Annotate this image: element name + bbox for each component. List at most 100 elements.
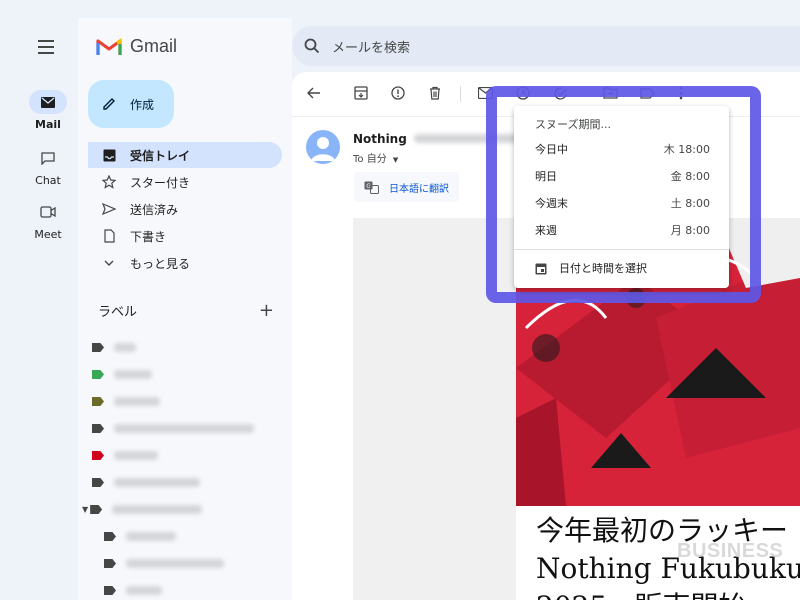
rail-item-mail[interactable]: Mail bbox=[18, 90, 78, 131]
rail-label-mail: Mail bbox=[35, 118, 61, 131]
brand-name: Gmail bbox=[130, 36, 178, 56]
app-rail: Mail Chat Meet bbox=[18, 18, 78, 600]
label-name-redacted bbox=[114, 478, 200, 487]
gmail-logo[interactable]: Gmail bbox=[96, 36, 177, 57]
nav-item-inbox[interactable]: 受信トレイ bbox=[88, 142, 282, 168]
labels-list: ▼ bbox=[82, 334, 282, 600]
more-options-icon[interactable] bbox=[672, 84, 690, 102]
rail-item-chat[interactable]: Chat bbox=[18, 146, 78, 187]
sender-email-redacted bbox=[414, 134, 524, 143]
nav-label-sent: 送信済み bbox=[130, 202, 179, 217]
add-task-icon[interactable] bbox=[551, 84, 569, 102]
label-item[interactable] bbox=[92, 577, 282, 600]
label-icon bbox=[104, 532, 116, 541]
label-name-redacted bbox=[112, 505, 203, 514]
label-item[interactable]: ▼ bbox=[82, 496, 282, 523]
label-icon bbox=[92, 397, 104, 406]
delete-icon[interactable] bbox=[426, 84, 444, 102]
video-icon bbox=[29, 200, 67, 224]
snooze-option-label: 来週 bbox=[535, 224, 557, 237]
report-spam-icon[interactable] bbox=[389, 84, 407, 102]
recipient-dropdown[interactable]: To 自分 ▼ bbox=[353, 150, 398, 165]
label-item[interactable] bbox=[92, 388, 282, 415]
label-name-redacted bbox=[126, 559, 224, 568]
menu-icon[interactable] bbox=[34, 40, 58, 56]
caret-down-icon[interactable]: ▼ bbox=[82, 505, 88, 514]
send-icon bbox=[102, 202, 116, 216]
label-icon bbox=[92, 370, 104, 379]
snooze-menu-title: スヌーズ期間... bbox=[535, 118, 611, 131]
snooze-option-next-week[interactable]: 来週 月 8:00 bbox=[514, 217, 729, 243]
promo-headline-line-3: 2025 - 販売開始 bbox=[536, 588, 800, 600]
label-icon bbox=[90, 505, 103, 514]
snooze-option-custom[interactable]: 日付と時間を選択 bbox=[535, 260, 647, 276]
archive-icon[interactable] bbox=[352, 84, 370, 102]
label-icon bbox=[92, 478, 104, 487]
translate-icon: G bbox=[364, 181, 379, 194]
search-bar[interactable]: メールを検索 bbox=[292, 26, 800, 66]
rail-label-meet: Meet bbox=[34, 228, 62, 241]
sender-avatar[interactable] bbox=[306, 130, 340, 164]
translate-button[interactable]: G 日本語に翻訳 bbox=[354, 172, 459, 202]
rail-item-meet[interactable]: Meet bbox=[18, 200, 78, 241]
label-name-redacted bbox=[114, 370, 152, 379]
nav-item-starred[interactable]: スター付き bbox=[88, 169, 282, 195]
inbox-icon bbox=[102, 148, 116, 162]
move-to-folder-icon[interactable] bbox=[601, 84, 619, 102]
label-item[interactable] bbox=[92, 415, 282, 442]
nav-label-more: もっと見る bbox=[130, 256, 191, 271]
pencil-icon bbox=[103, 98, 115, 110]
label-item[interactable] bbox=[92, 442, 282, 469]
sender-name: Nothing bbox=[353, 132, 407, 146]
calendar-icon bbox=[535, 263, 547, 274]
nav-item-drafts[interactable]: 下書き bbox=[88, 223, 282, 249]
snooze-clock-icon[interactable] bbox=[514, 84, 532, 102]
add-label-button[interactable]: + bbox=[259, 300, 274, 321]
back-arrow-icon[interactable] bbox=[305, 84, 323, 102]
label-item[interactable] bbox=[92, 334, 282, 361]
recipient-label: To 自分 bbox=[353, 154, 387, 165]
snooze-menu-divider bbox=[514, 249, 729, 250]
snooze-option-time: 土 8:00 bbox=[670, 197, 710, 210]
star-icon bbox=[102, 175, 116, 189]
snooze-menu: スヌーズ期間... 今日中 木 18:00 明日 金 8:00 今週末 土 8:… bbox=[514, 106, 729, 288]
draft-icon bbox=[102, 229, 116, 243]
label-icon bbox=[92, 451, 104, 460]
snooze-option-time: 月 8:00 bbox=[670, 224, 710, 237]
label-icon[interactable] bbox=[638, 84, 656, 102]
rail-label-chat: Chat bbox=[35, 174, 61, 187]
chat-icon bbox=[29, 146, 67, 170]
label-icon bbox=[104, 559, 116, 568]
labels-header: ラベル + bbox=[98, 300, 274, 321]
toolbar-divider bbox=[460, 86, 461, 102]
label-name-redacted bbox=[114, 424, 254, 433]
label-item[interactable] bbox=[92, 361, 282, 388]
label-name-redacted bbox=[114, 397, 160, 406]
nav-item-more[interactable]: もっと見る bbox=[88, 250, 282, 276]
side-panel: Gmail 作成 受信トレイ スター付き 送信済み 下書き もっと見る ラベル … bbox=[78, 18, 292, 600]
snooze-option-time: 金 8:00 bbox=[670, 170, 710, 183]
snooze-custom-label: 日付と時間を選択 bbox=[559, 262, 647, 275]
labels-title: ラベル bbox=[98, 305, 138, 320]
snooze-option-weekend[interactable]: 今週末 土 8:00 bbox=[514, 190, 729, 216]
mark-unread-icon[interactable] bbox=[476, 84, 494, 102]
snooze-option-tomorrow[interactable]: 明日 金 8:00 bbox=[514, 163, 729, 189]
snooze-option-today[interactable]: 今日中 木 18:00 bbox=[514, 136, 729, 162]
label-item[interactable] bbox=[92, 550, 282, 577]
watermark-logo: BUSINESS bbox=[677, 540, 784, 562]
snooze-option-time: 木 18:00 bbox=[663, 143, 710, 156]
label-name-redacted bbox=[114, 343, 136, 352]
snooze-option-label: 明日 bbox=[535, 170, 557, 183]
main-nav: 受信トレイ スター付き 送信済み 下書き もっと見る bbox=[88, 142, 282, 277]
label-item[interactable] bbox=[92, 523, 282, 550]
gmail-logo-icon bbox=[96, 37, 122, 55]
nav-item-sent[interactable]: 送信済み bbox=[88, 196, 282, 222]
search-icon[interactable] bbox=[304, 38, 320, 54]
snooze-option-label: 今週末 bbox=[535, 197, 568, 210]
label-item[interactable] bbox=[92, 469, 282, 496]
nav-label-starred: スター付き bbox=[130, 175, 191, 190]
chevron-down-icon bbox=[102, 256, 116, 270]
label-name-redacted bbox=[126, 532, 176, 541]
compose-button[interactable]: 作成 bbox=[88, 80, 174, 128]
search-input[interactable]: メールを検索 bbox=[332, 37, 410, 56]
